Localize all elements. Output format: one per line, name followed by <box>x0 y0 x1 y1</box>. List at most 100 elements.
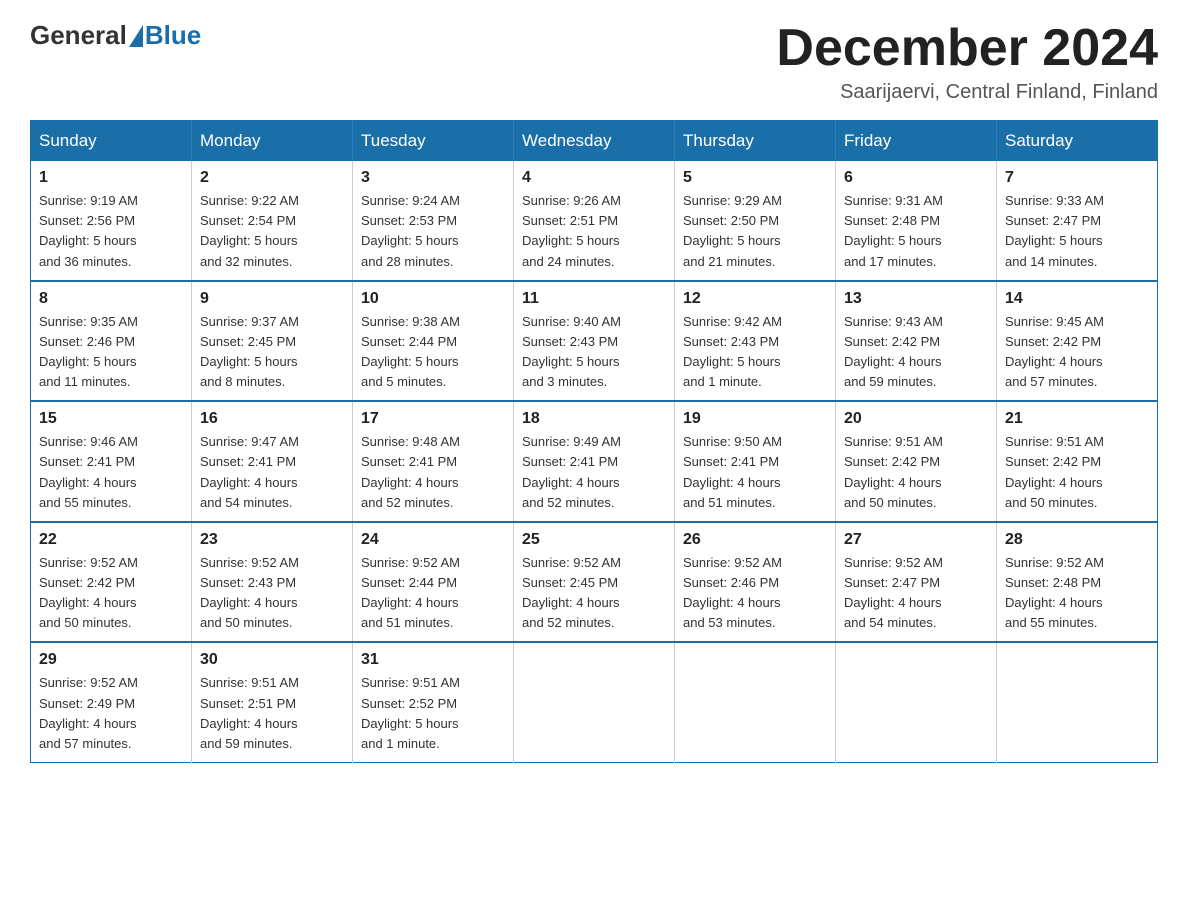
calendar-cell: 22 Sunrise: 9:52 AMSunset: 2:42 PMDayligh… <box>31 522 192 643</box>
day-number: 11 <box>522 290 666 308</box>
calendar-cell <box>514 642 675 762</box>
day-info: Sunrise: 9:47 AMSunset: 2:41 PMDaylight:… <box>200 432 344 513</box>
calendar-cell: 3 Sunrise: 9:24 AMSunset: 2:53 PMDaylight… <box>353 161 514 281</box>
day-number: 13 <box>844 290 988 308</box>
header-wednesday: Wednesday <box>514 121 675 162</box>
header-sunday: Sunday <box>31 121 192 162</box>
calendar-cell: 7 Sunrise: 9:33 AMSunset: 2:47 PMDaylight… <box>997 161 1158 281</box>
day-number: 28 <box>1005 531 1149 549</box>
calendar-cell: 8 Sunrise: 9:35 AMSunset: 2:46 PMDaylight… <box>31 281 192 402</box>
header-tuesday: Tuesday <box>353 121 514 162</box>
calendar-cell: 31Sunrise: 9:51 AMSunset: 2:52 PMDayligh… <box>353 642 514 762</box>
calendar-cell <box>675 642 836 762</box>
location-text: Saarijaervi, Central Finland, Finland <box>776 81 1158 104</box>
day-number: 24 <box>361 531 505 549</box>
calendar-cell: 24 Sunrise: 9:52 AMSunset: 2:44 PMDayligh… <box>353 522 514 643</box>
header-thursday: Thursday <box>675 121 836 162</box>
calendar-cell: 28 Sunrise: 9:52 AMSunset: 2:48 PMDayligh… <box>997 522 1158 643</box>
day-number: 25 <box>522 531 666 549</box>
day-number: 22 <box>39 531 183 549</box>
day-number: 30 <box>200 651 344 669</box>
day-info: Sunrise: 9:50 AMSunset: 2:41 PMDaylight:… <box>683 432 827 513</box>
day-number: 15 <box>39 410 183 428</box>
day-number: 19 <box>683 410 827 428</box>
day-number: 31 <box>361 651 505 669</box>
calendar-cell: 1Sunrise: 9:19 AMSunset: 2:56 PMDaylight… <box>31 161 192 281</box>
logo-blue-text: Blue <box>145 20 201 51</box>
week-row-5: 29Sunrise: 9:52 AMSunset: 2:49 PMDayligh… <box>31 642 1158 762</box>
day-info: Sunrise: 9:22 AMSunset: 2:54 PMDaylight:… <box>200 191 344 272</box>
month-title: December 2024 <box>776 20 1158 77</box>
calendar-cell <box>997 642 1158 762</box>
day-number: 2 <box>200 169 344 187</box>
calendar-cell: 10Sunrise: 9:38 AMSunset: 2:44 PMDayligh… <box>353 281 514 402</box>
day-number: 6 <box>844 169 988 187</box>
day-number: 5 <box>683 169 827 187</box>
header-saturday: Saturday <box>997 121 1158 162</box>
header-monday: Monday <box>192 121 353 162</box>
day-number: 16 <box>200 410 344 428</box>
day-number: 17 <box>361 410 505 428</box>
day-info: Sunrise: 9:46 AMSunset: 2:41 PMDaylight:… <box>39 432 183 513</box>
calendar-cell: 29Sunrise: 9:52 AMSunset: 2:49 PMDayligh… <box>31 642 192 762</box>
day-info: Sunrise: 9:52 AMSunset: 2:44 PMDaylight:… <box>361 553 505 634</box>
day-info: Sunrise: 9:51 AMSunset: 2:42 PMDaylight:… <box>844 432 988 513</box>
calendar-cell: 16 Sunrise: 9:47 AMSunset: 2:41 PMDayligh… <box>192 401 353 522</box>
day-number: 20 <box>844 410 988 428</box>
calendar-cell: 5 Sunrise: 9:29 AMSunset: 2:50 PMDaylight… <box>675 161 836 281</box>
day-number: 23 <box>200 531 344 549</box>
day-number: 21 <box>1005 410 1149 428</box>
calendar-cell: 11 Sunrise: 9:40 AMSunset: 2:43 PMDayligh… <box>514 281 675 402</box>
day-info: Sunrise: 9:52 AMSunset: 2:48 PMDaylight:… <box>1005 553 1149 634</box>
day-info: Sunrise: 9:52 AMSunset: 2:45 PMDaylight:… <box>522 553 666 634</box>
day-info: Sunrise: 9:52 AMSunset: 2:43 PMDaylight:… <box>200 553 344 634</box>
day-number: 26 <box>683 531 827 549</box>
day-info: Sunrise: 9:40 AMSunset: 2:43 PMDaylight:… <box>522 312 666 393</box>
day-info: Sunrise: 9:24 AMSunset: 2:53 PMDaylight:… <box>361 191 505 272</box>
calendar-cell: 27Sunrise: 9:52 AMSunset: 2:47 PMDayligh… <box>836 522 997 643</box>
calendar-cell: 6 Sunrise: 9:31 AMSunset: 2:48 PMDaylight… <box>836 161 997 281</box>
day-info: Sunrise: 9:35 AMSunset: 2:46 PMDaylight:… <box>39 312 183 393</box>
day-number: 12 <box>683 290 827 308</box>
day-number: 9 <box>200 290 344 308</box>
header-friday: Friday <box>836 121 997 162</box>
logo-general-text: General <box>30 20 127 51</box>
day-info: Sunrise: 9:31 AMSunset: 2:48 PMDaylight:… <box>844 191 988 272</box>
day-info: Sunrise: 9:49 AMSunset: 2:41 PMDaylight:… <box>522 432 666 513</box>
calendar-cell: 26 Sunrise: 9:52 AMSunset: 2:46 PMDayligh… <box>675 522 836 643</box>
day-number: 7 <box>1005 169 1149 187</box>
calendar-cell: 19 Sunrise: 9:50 AMSunset: 2:41 PMDayligh… <box>675 401 836 522</box>
calendar-table: SundayMondayTuesdayWednesdayThursdayFrid… <box>30 120 1158 763</box>
calendar-cell: 20 Sunrise: 9:51 AMSunset: 2:42 PMDayligh… <box>836 401 997 522</box>
calendar-cell: 4Sunrise: 9:26 AMSunset: 2:51 PMDaylight… <box>514 161 675 281</box>
calendar-cell: 12Sunrise: 9:42 AMSunset: 2:43 PMDayligh… <box>675 281 836 402</box>
calendar-cell <box>836 642 997 762</box>
day-info: Sunrise: 9:33 AMSunset: 2:47 PMDaylight:… <box>1005 191 1149 272</box>
calendar-cell: 13Sunrise: 9:43 AMSunset: 2:42 PMDayligh… <box>836 281 997 402</box>
day-info: Sunrise: 9:38 AMSunset: 2:44 PMDaylight:… <box>361 312 505 393</box>
day-info: Sunrise: 9:52 AMSunset: 2:49 PMDaylight:… <box>39 673 183 754</box>
day-info: Sunrise: 9:29 AMSunset: 2:50 PMDaylight:… <box>683 191 827 272</box>
day-info: Sunrise: 9:52 AMSunset: 2:47 PMDaylight:… <box>844 553 988 634</box>
day-info: Sunrise: 9:52 AMSunset: 2:46 PMDaylight:… <box>683 553 827 634</box>
week-row-2: 8 Sunrise: 9:35 AMSunset: 2:46 PMDaylight… <box>31 281 1158 402</box>
calendar-cell: 18 Sunrise: 9:49 AMSunset: 2:41 PMDayligh… <box>514 401 675 522</box>
calendar-cell: 30 Sunrise: 9:51 AMSunset: 2:51 PMDayligh… <box>192 642 353 762</box>
calendar-cell: 21 Sunrise: 9:51 AMSunset: 2:42 PMDayligh… <box>997 401 1158 522</box>
calendar-header-row: SundayMondayTuesdayWednesdayThursdayFrid… <box>31 121 1158 162</box>
day-info: Sunrise: 9:51 AMSunset: 2:51 PMDaylight:… <box>200 673 344 754</box>
calendar-cell: 9 Sunrise: 9:37 AMSunset: 2:45 PMDaylight… <box>192 281 353 402</box>
calendar-cell: 15 Sunrise: 9:46 AMSunset: 2:41 PMDayligh… <box>31 401 192 522</box>
day-number: 4 <box>522 169 666 187</box>
day-number: 3 <box>361 169 505 187</box>
day-number: 18 <box>522 410 666 428</box>
title-block: December 2024 Saarijaervi, Central Finla… <box>776 20 1158 104</box>
logo: General Blue <box>30 20 201 51</box>
day-number: 1 <box>39 169 183 187</box>
calendar-cell: 23 Sunrise: 9:52 AMSunset: 2:43 PMDayligh… <box>192 522 353 643</box>
day-info: Sunrise: 9:37 AMSunset: 2:45 PMDaylight:… <box>200 312 344 393</box>
day-info: Sunrise: 9:51 AMSunset: 2:42 PMDaylight:… <box>1005 432 1149 513</box>
day-number: 8 <box>39 290 183 308</box>
day-info: Sunrise: 9:52 AMSunset: 2:42 PMDaylight:… <box>39 553 183 634</box>
logo-triangle-icon <box>129 25 143 47</box>
